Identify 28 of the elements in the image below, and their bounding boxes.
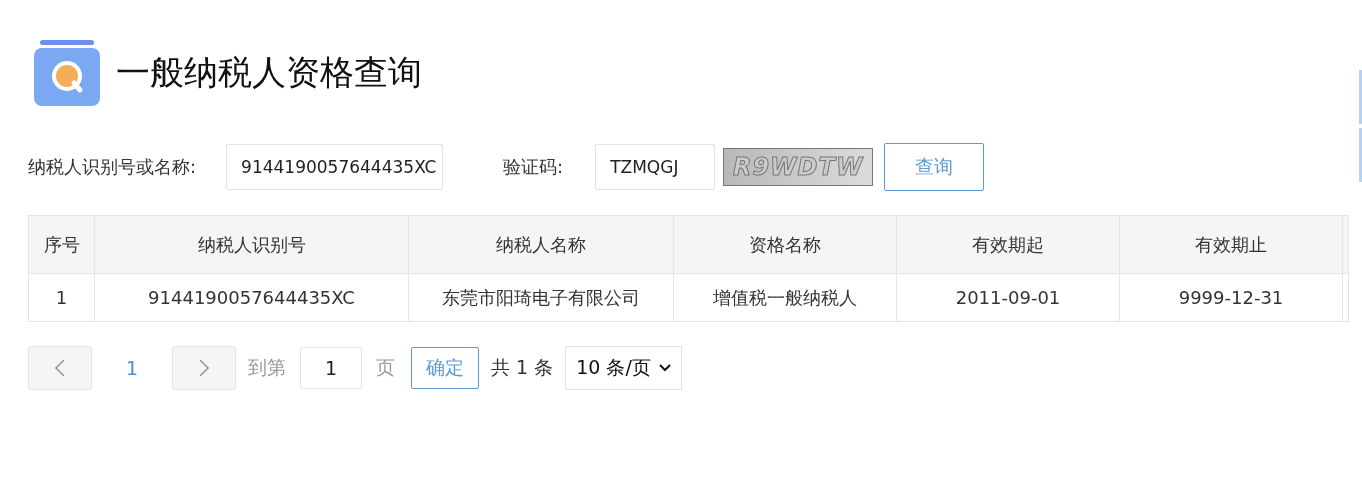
total-count: 共 1 条: [491, 355, 554, 380]
captcha-label: 验证码:: [503, 155, 564, 179]
column-header: 纳税人名称: [408, 215, 674, 274]
column-header: 资格名称: [673, 215, 897, 274]
next-page-button[interactable]: [172, 346, 236, 390]
id-field[interactable]: 9144190057644435XC: [226, 144, 444, 190]
column-header: 有效期起: [896, 215, 1120, 274]
table-cell: 东莞市阳琦电子有限公司: [408, 273, 674, 322]
chevron-left-icon: [55, 359, 65, 377]
column-header: 序号: [28, 215, 95, 274]
table-cell: 9144190057644435XC: [94, 273, 409, 322]
table-cell: 1: [28, 273, 95, 322]
table-cell: 9999-12-31: [1119, 273, 1343, 322]
page-size-select[interactable]: 10 条/页: [565, 346, 682, 390]
id-label: 纳税人识别号或名称:: [28, 155, 197, 179]
caret-icon: [658, 364, 671, 372]
column-header: 有效期止: [1119, 215, 1343, 274]
captcha-field[interactable]: TZMQGJ: [595, 144, 716, 190]
table-cell: 2011-09-01: [896, 273, 1120, 322]
column-header: 纳税人识别号: [94, 215, 409, 274]
table-cell: 增值税一般纳税人: [673, 273, 897, 322]
page-input[interactable]: 1: [300, 347, 362, 389]
search-document-icon: [34, 40, 100, 106]
page-title: 一般纳税人资格查询: [116, 51, 422, 94]
chevron-right-icon: [199, 359, 209, 377]
previous-page-button[interactable]: [28, 346, 92, 390]
goto-label: 到第: [248, 355, 286, 380]
page-unit: 页: [376, 355, 395, 380]
